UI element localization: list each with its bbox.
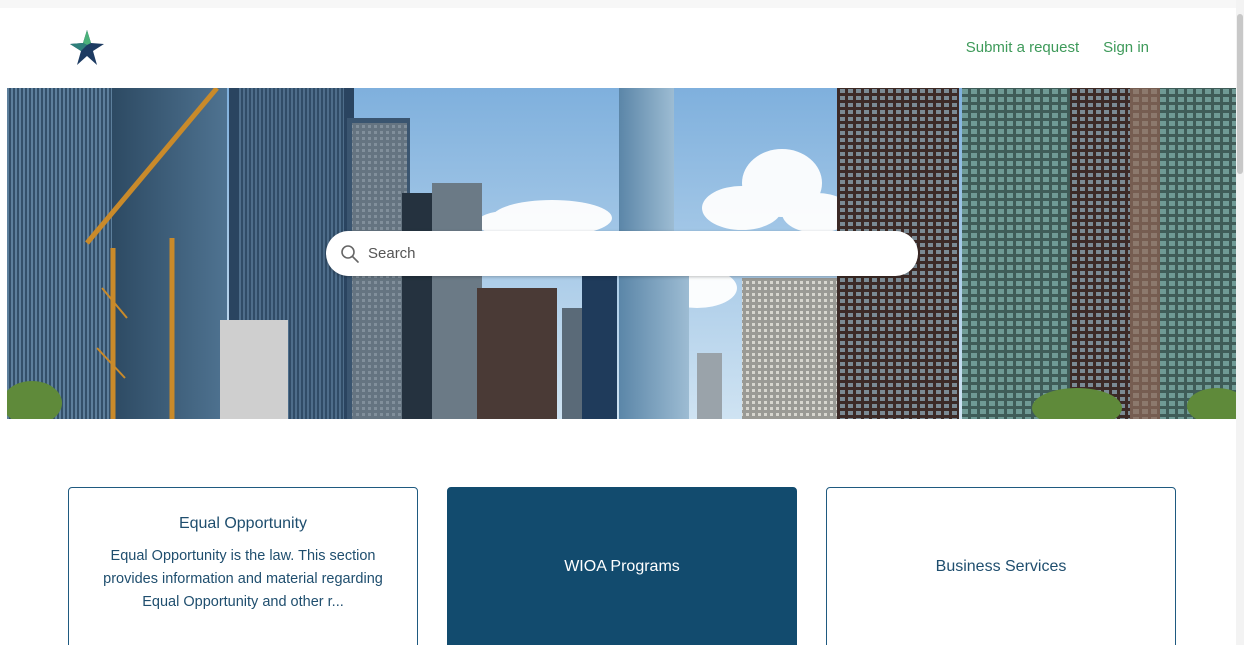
sign-in-link[interactable]: Sign in bbox=[1103, 39, 1149, 56]
category-cards: Equal Opportunity Equal Opportunity is t… bbox=[68, 487, 1176, 645]
category-card-equal-opportunity[interactable]: Equal Opportunity Equal Opportunity is t… bbox=[68, 487, 418, 645]
header-nav: Submit a request Sign in bbox=[966, 39, 1149, 56]
search-input[interactable] bbox=[368, 238, 888, 269]
search-icon bbox=[341, 244, 359, 263]
category-card-business-services[interactable]: Business Services bbox=[826, 487, 1176, 645]
category-card-wioa-programs[interactable]: WIOA Programs bbox=[447, 487, 797, 645]
site-header: Submit a request Sign in bbox=[0, 8, 1236, 88]
card-description: Equal Opportunity is the law. This secti… bbox=[103, 548, 383, 610]
card-title: Equal Opportunity bbox=[178, 515, 308, 532]
search-bar bbox=[326, 231, 918, 276]
card-title: WIOA Programs bbox=[564, 558, 680, 575]
scrollbar[interactable] bbox=[1236, 0, 1244, 645]
submit-request-link[interactable]: Submit a request bbox=[966, 39, 1079, 56]
star-logo-icon[interactable] bbox=[70, 30, 104, 66]
card-title: Business Services bbox=[935, 558, 1067, 575]
page: Submit a request Sign in Search Equal Op… bbox=[0, 0, 1244, 645]
top-edge bbox=[0, 0, 1244, 8]
scrollbar-thumb[interactable] bbox=[1237, 14, 1243, 174]
